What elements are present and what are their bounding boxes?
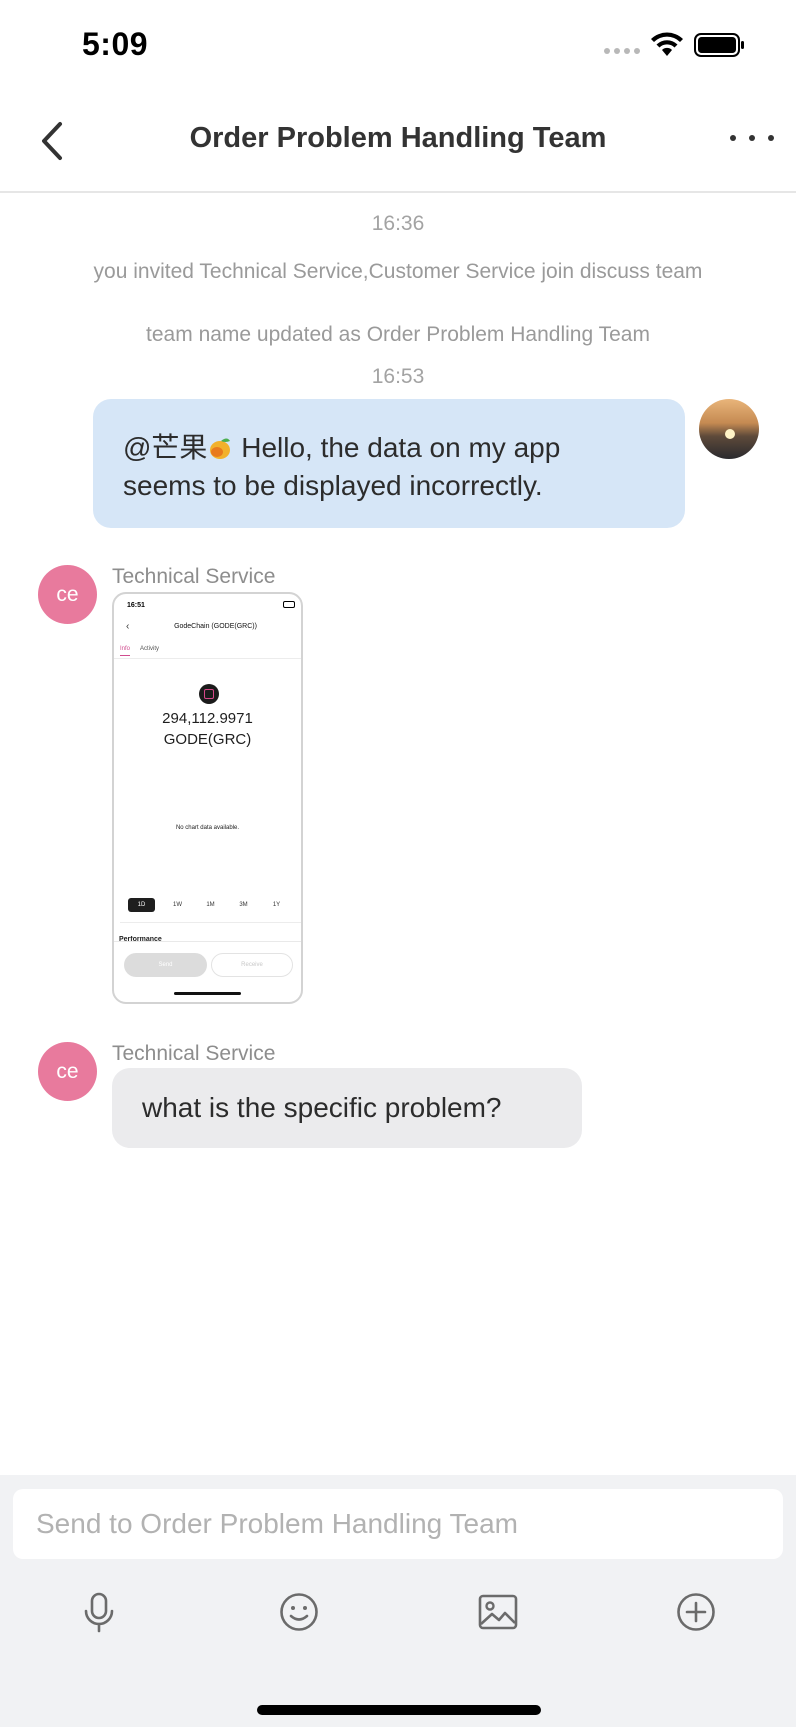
chevron-left-icon: ‹ [126, 621, 130, 632]
smiley-icon[interactable] [278, 1591, 320, 1633]
timestamp: 16:36 [371, 212, 425, 235]
screenshot-amount: 294,112.9971 [162, 710, 253, 727]
chevron-left-icon[interactable] [34, 116, 74, 166]
avatar[interactable] [699, 399, 759, 459]
screenshot-tabs: Info Activity [120, 646, 159, 656]
token-logo-icon [199, 684, 219, 704]
screenshot-range: 1M [206, 902, 215, 908]
system-message: team name updated as Order Problem Handl… [146, 323, 650, 346]
home-indicator [257, 1705, 541, 1715]
image-message[interactable]: 16:51 ‹ GodeChain (GODE(GRC)) Info Activ… [112, 592, 303, 1004]
mention[interactable]: @芒果 [123, 432, 207, 463]
screenshot-empty-chart: No chart data available. [175, 825, 240, 831]
message-text: seems to be displayed incorrectly. [123, 470, 543, 501]
screenshot-range: 3M [239, 902, 248, 908]
avatar[interactable]: ce [38, 1042, 97, 1101]
divider [120, 922, 301, 923]
status-time: 5:09 [82, 26, 149, 62]
my-message-bubble[interactable]: @芒果 Hello, the data on my app seems to b… [93, 399, 685, 528]
screenshot-unit: GODE(GRC) [163, 731, 252, 748]
composer: Send to Order Problem Handling Team [0, 1475, 796, 1727]
screenshot-range: 1D [128, 898, 155, 912]
screenshot-balance: 294,112.9971 GODE(GRC) [114, 708, 301, 750]
plus-circle-icon[interactable] [675, 1591, 717, 1633]
incoming-message-bubble[interactable]: what is the specific problem? [112, 1068, 582, 1148]
sender-name: Technical Service [112, 1042, 276, 1065]
divider [114, 941, 301, 942]
wifi-icon [651, 32, 683, 56]
screenshot-range: 1Y [272, 902, 281, 908]
screenshot-receive-button: Receive [211, 953, 293, 977]
battery-icon [283, 601, 295, 608]
battery-icon [694, 33, 744, 57]
microphone-icon[interactable] [78, 1591, 120, 1633]
mango-emoji-icon [210, 438, 231, 459]
screenshot-tab-info: Info [120, 646, 131, 656]
timestamp: 16:53 [371, 365, 425, 388]
screenshot-time: 16:51 [127, 602, 145, 609]
divider [114, 658, 301, 659]
screenshot-range-tabs: 1D 1W 1M 3M 1Y [128, 898, 293, 912]
screenshot-send-button: Send [124, 953, 207, 977]
page-title: Order Problem Handling Team [189, 122, 607, 154]
screenshot-title: GodeChain (GODE(GRC)) [174, 623, 257, 630]
avatar[interactable]: ce [38, 565, 97, 624]
system-message: you invited Technical Service,Customer S… [93, 260, 703, 283]
screenshot-tab-activity: Activity [140, 646, 160, 652]
image-icon[interactable] [477, 1591, 519, 1633]
message-input[interactable]: Send to Order Problem Handling Team [13, 1489, 783, 1559]
home-indicator [174, 992, 241, 995]
sender-name: Technical Service [112, 565, 276, 588]
screenshot-range: 1W [173, 902, 182, 908]
signal-dots-icon [604, 48, 640, 54]
status-bar: 5:09 [0, 0, 796, 90]
nav-bar: Order Problem Handling Team [0, 90, 796, 193]
message-text: Hello, the data on my app [233, 432, 561, 463]
more-dots-icon[interactable] [730, 126, 774, 150]
